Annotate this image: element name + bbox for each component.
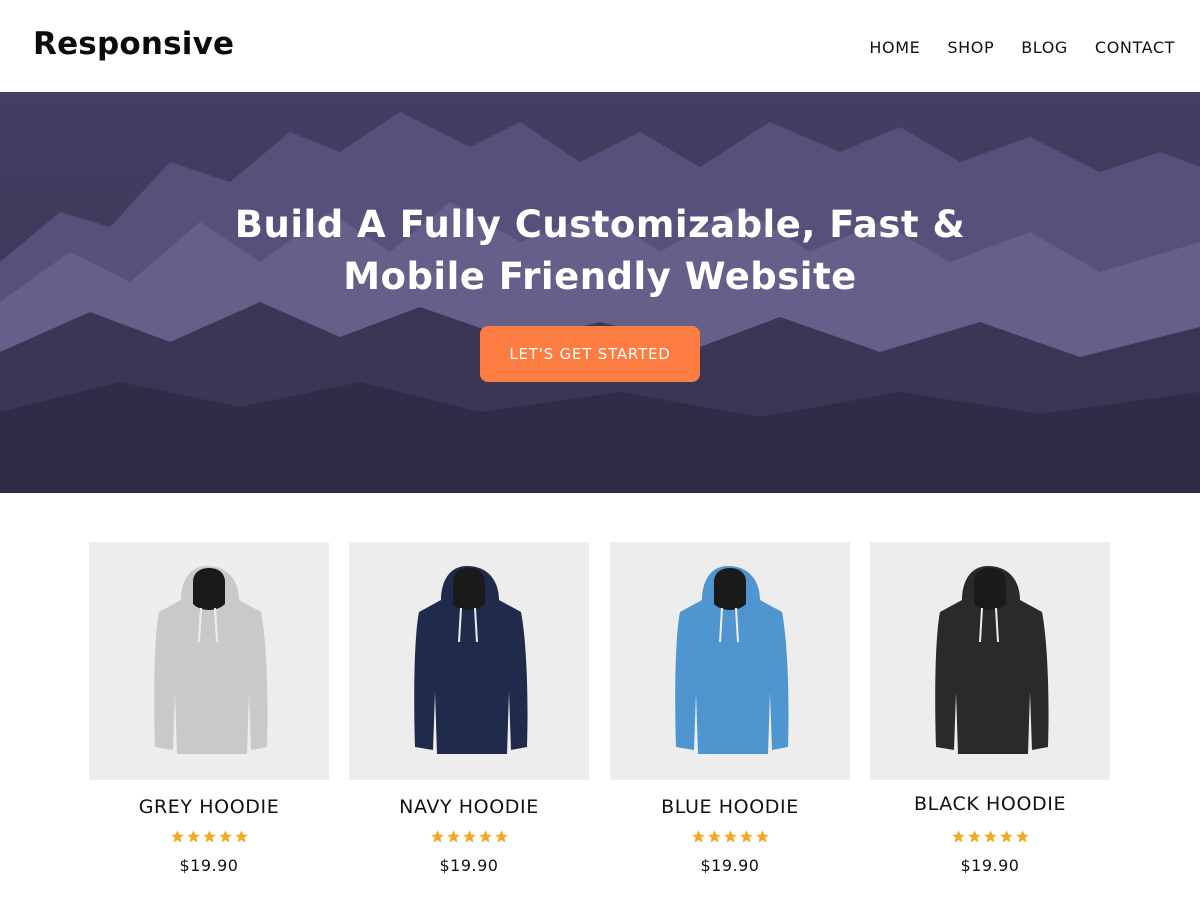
- star-icon: [218, 830, 232, 843]
- site-logo[interactable]: Responsive: [33, 26, 234, 62]
- product-card: GREY HOODIE $19.90: [89, 542, 329, 882]
- star-icon: [951, 830, 965, 843]
- star-icon: [723, 830, 737, 843]
- star-icon: [170, 830, 184, 843]
- star-icon: [739, 830, 753, 843]
- nav-blog[interactable]: BLOG: [1021, 38, 1068, 57]
- star-rating: [610, 829, 850, 844]
- product-price: $19.90: [960, 856, 1020, 875]
- star-rating: [89, 829, 329, 844]
- hoodie-icon: [675, 566, 789, 754]
- main-nav: HOME SHOP BLOG CONTACT: [869, 38, 1175, 57]
- product-grid: GREY HOODIE $19.90 NAVY HOODIE $19.90 BL…: [89, 542, 1111, 882]
- star-icon: [446, 830, 460, 843]
- product-title[interactable]: GREY HOODIE: [89, 796, 329, 818]
- star-rating: [349, 829, 589, 844]
- star-icon: [430, 830, 444, 843]
- product-card: BLUE HOODIE $19.90: [610, 542, 850, 882]
- star-icon: [967, 830, 981, 843]
- hero-banner: Build A Fully Customizable, Fast & Mobil…: [0, 92, 1200, 493]
- product-image[interactable]: [89, 542, 329, 780]
- hero-title: Build A Fully Customizable, Fast & Mobil…: [0, 199, 1200, 303]
- star-icon: [202, 830, 216, 843]
- product-price: $19.90: [700, 856, 760, 875]
- product-card: NAVY HOODIE $19.90: [349, 542, 589, 882]
- star-icon: [478, 830, 492, 843]
- product-image[interactable]: [349, 542, 589, 780]
- product-price: $19.90: [179, 856, 239, 875]
- site-header: Responsive HOME SHOP BLOG CONTACT: [0, 0, 1200, 92]
- product-image[interactable]: [610, 542, 850, 780]
- product-title[interactable]: BLUE HOODIE: [610, 796, 850, 818]
- star-icon: [462, 830, 476, 843]
- nav-shop[interactable]: SHOP: [947, 38, 994, 57]
- star-icon: [186, 830, 200, 843]
- star-icon: [999, 830, 1013, 843]
- star-icon: [494, 830, 508, 843]
- get-started-button[interactable]: LET'S GET STARTED: [480, 326, 700, 382]
- star-icon: [234, 830, 248, 843]
- hero-title-line-1: Build A Fully Customizable, Fast &: [234, 203, 966, 246]
- star-icon: [1015, 830, 1029, 843]
- hero-title-line-2: Mobile Friendly Website: [343, 255, 857, 298]
- nav-home[interactable]: HOME: [869, 38, 920, 57]
- star-icon: [983, 830, 997, 843]
- star-icon: [707, 830, 721, 843]
- star-icon: [691, 830, 705, 843]
- product-title[interactable]: NAVY HOODIE: [349, 796, 589, 818]
- product-image[interactable]: [870, 542, 1110, 780]
- product-price: $19.90: [439, 856, 499, 875]
- nav-contact[interactable]: CONTACT: [1095, 38, 1175, 57]
- star-rating: [870, 829, 1110, 844]
- hoodie-icon: [154, 566, 268, 754]
- hoodie-icon: [935, 566, 1049, 754]
- star-icon: [755, 830, 769, 843]
- product-card: BLACK HOODIE $19.90: [870, 542, 1110, 882]
- product-title[interactable]: BLACK HOODIE: [870, 793, 1110, 815]
- hoodie-icon: [414, 566, 528, 754]
